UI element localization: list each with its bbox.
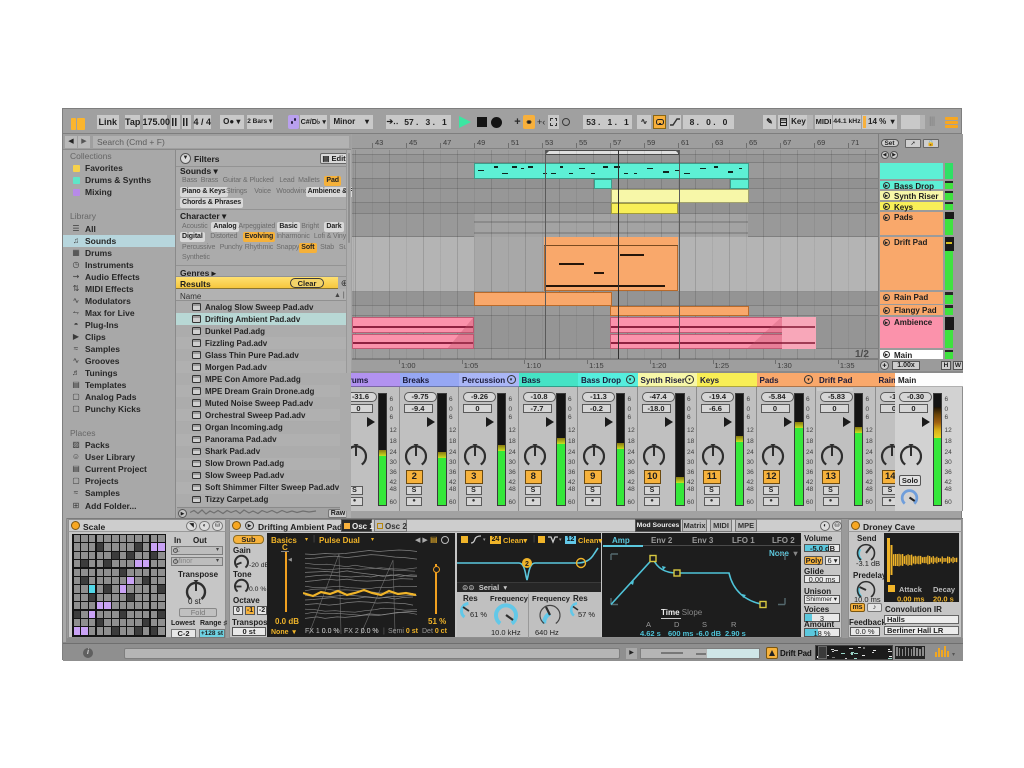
- svg-text:2: 2: [525, 561, 529, 568]
- svg-text:20.0 s: 20.0 s: [933, 594, 954, 602]
- svg-text:Attack: Attack: [899, 585, 923, 594]
- svg-text:Decay: Decay: [933, 585, 956, 594]
- svg-text:0.00 ms: 0.00 ms: [897, 594, 925, 602]
